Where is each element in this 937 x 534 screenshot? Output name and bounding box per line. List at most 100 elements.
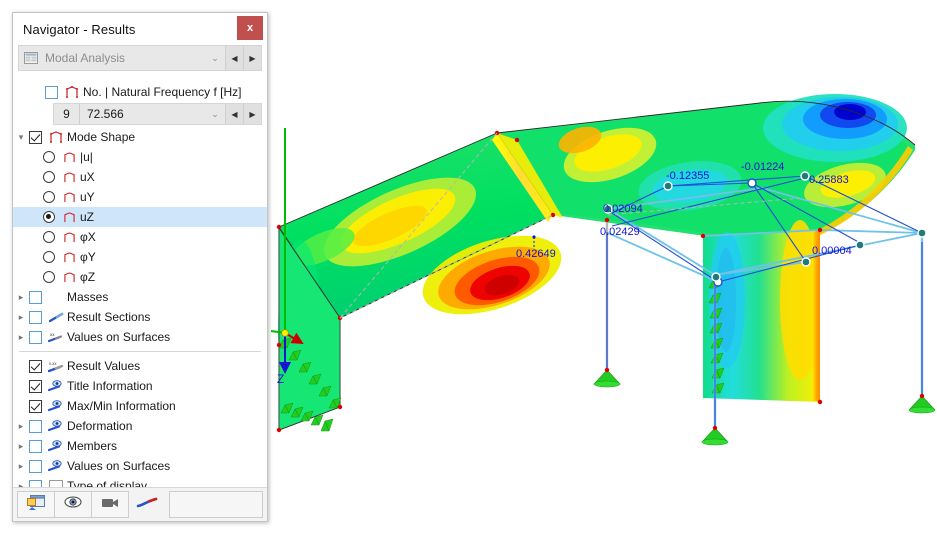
chevron-right-icon[interactable]: ▸ — [13, 421, 29, 431]
chevron-right-icon[interactable]: ▸ — [13, 461, 29, 471]
expander-icon: ▸ — [13, 402, 29, 411]
tree-row-natural-frequency[interactable]: ▸ No. | Natural Frequency f [Hz] — [13, 82, 267, 102]
checkbox-values-on-surfaces-a[interactable] — [29, 330, 42, 344]
result-curve-button[interactable] — [128, 491, 166, 518]
chevron-down-icon[interactable]: ⌄ — [205, 104, 225, 124]
chevron-down-icon[interactable]: ⌄ — [205, 46, 225, 70]
tree-row-component-u[interactable]: |u| — [13, 147, 267, 167]
navigator-titlebar: Navigator - Results x — [13, 13, 267, 45]
tree-label: uY — [80, 190, 95, 204]
tree-label: φX — [80, 230, 96, 244]
toolbar-empty-area — [169, 491, 263, 518]
checkbox-result-values[interactable] — [29, 359, 42, 373]
tree-row-masses[interactable]: ▸ Masses — [13, 287, 267, 307]
svg-text:x.xx: x.xx — [49, 361, 57, 366]
results-tree[interactable]: ▸ No. | Natural Frequency f [Hz] 9 72.56… — [13, 71, 267, 487]
tree-row-type-of-display[interactable]: ▸ Type of display — [13, 476, 267, 487]
close-icon[interactable]: x — [237, 16, 263, 40]
radio-component-uz[interactable] — [43, 211, 55, 223]
navigator-results-panel: Navigator - Results x Modal Analysis ⌄ ◀… — [12, 12, 268, 522]
checkbox-title-information[interactable] — [29, 379, 42, 393]
camera-button[interactable] — [91, 491, 129, 518]
tree-row-result-sections[interactable]: ▸ Result Sections — [13, 307, 267, 327]
checkbox-maxmin-information[interactable] — [29, 399, 42, 413]
chevron-down-icon[interactable]: ▾ — [13, 132, 29, 142]
frequency-value: 72.566 — [87, 107, 124, 121]
tree-row-component-phix[interactable]: φX — [13, 227, 267, 247]
value-label: 0.42649 — [516, 248, 556, 260]
tree-row-values-on-surfaces-b[interactable]: ▸ Values on Surfaces — [13, 456, 267, 476]
section-line-icon — [47, 312, 65, 323]
checkbox-masses[interactable] — [29, 290, 42, 304]
tree-label: Type of display — [67, 479, 148, 487]
mode-next-button[interactable]: ▶ — [243, 104, 261, 124]
chevron-right-icon[interactable]: ▸ — [13, 332, 29, 342]
checkbox-mode-shape[interactable] — [29, 130, 42, 144]
analysis-type-value: Modal Analysis — [45, 51, 126, 65]
panel-title: Navigator - Results — [23, 21, 136, 37]
analysis-next-button[interactable]: ▶ — [243, 46, 261, 70]
tree-label: Title Information — [67, 379, 153, 393]
eye-curve-icon — [47, 420, 65, 432]
radio-component-phiz[interactable] — [43, 271, 55, 283]
chevron-right-icon[interactable]: ▸ — [13, 441, 29, 451]
tree-label: No. | Natural Frequency f [Hz] — [83, 85, 242, 99]
tree-label: Result Sections — [67, 310, 151, 324]
radio-component-phiy[interactable] — [43, 251, 55, 263]
mode-selector-row[interactable]: 9 72.566 ⌄ ◀ ▶ — [53, 103, 262, 125]
radio-component-u[interactable] — [43, 151, 55, 163]
frame-icon — [60, 251, 78, 263]
analysis-type-combo[interactable]: Modal Analysis ⌄ ◀ ▶ — [18, 45, 262, 71]
frame-icon — [63, 86, 81, 98]
value-label: 0.02429 — [600, 226, 640, 238]
tree-row-title-information[interactable]: ▸ Title Information — [13, 376, 267, 396]
chevron-right-icon[interactable]: ▸ — [13, 312, 29, 322]
tree-label: Mode Shape — [67, 130, 136, 144]
tree-row-mode-shape[interactable]: ▾ Mode Shape — [13, 127, 267, 147]
checkbox-natural-frequency[interactable] — [45, 85, 58, 99]
tree-row-members[interactable]: ▸ Members — [13, 436, 267, 456]
checkbox-members[interactable] — [29, 439, 42, 453]
tree-row-maxmin-information[interactable]: ▸ Max/Min Information — [13, 396, 267, 416]
value-label: 0.25883 — [809, 174, 849, 186]
checkbox-deformation[interactable] — [29, 419, 42, 433]
expander-icon: ▸ — [13, 362, 29, 371]
radio-component-phix[interactable] — [43, 231, 55, 243]
tree-label: Values on Surfaces — [67, 459, 171, 473]
result-values-icon: x.xx — [47, 360, 65, 373]
axis-label-z: Z — [277, 372, 285, 386]
table-icon — [19, 46, 43, 70]
svg-text:xx: xx — [50, 332, 55, 337]
tree-row-component-phiy[interactable]: φY — [13, 247, 267, 267]
frame-icon — [60, 211, 78, 223]
tree-row-values-on-surfaces-a[interactable]: ▸ xx Values on Surfaces — [13, 327, 267, 347]
checkbox-values-on-surfaces-b[interactable] — [29, 459, 42, 473]
checkbox-result-sections[interactable] — [29, 310, 42, 324]
checkbox-type-of-display[interactable] — [29, 479, 42, 487]
tree-separator — [19, 351, 261, 352]
frame-icon — [60, 191, 78, 203]
eye-curve-icon — [47, 380, 65, 392]
frame-icon — [60, 271, 78, 283]
tree-row-component-uy[interactable]: uY — [13, 187, 267, 207]
values-xx-icon: xx — [47, 331, 65, 343]
tree-row-deformation[interactable]: ▸ Deformation — [13, 416, 267, 436]
radio-component-ux[interactable] — [43, 171, 55, 183]
radio-component-uy[interactable] — [43, 191, 55, 203]
mode-number-value: 9 — [54, 104, 80, 124]
tree-row-component-ux[interactable]: uX — [13, 167, 267, 187]
frame-icon — [60, 171, 78, 183]
tree-row-component-uz[interactable]: uZ — [13, 207, 267, 227]
tree-label: Masses — [67, 290, 109, 304]
tree-row-result-values[interactable]: ▸ x.xx Result Values — [13, 356, 267, 376]
visibility-button[interactable] — [54, 491, 92, 518]
eye-curve-icon — [47, 440, 65, 452]
tree-label: Max/Min Information — [67, 399, 176, 413]
analysis-prev-button[interactable]: ◀ — [225, 46, 243, 70]
result-curve-icon — [136, 496, 158, 514]
mode-prev-button[interactable]: ◀ — [225, 104, 243, 124]
chevron-right-icon[interactable]: ▸ — [13, 292, 29, 302]
tree-row-component-phiz[interactable]: φZ — [13, 267, 267, 287]
frame-icon — [47, 131, 65, 143]
navigator-panel-button[interactable] — [17, 491, 55, 518]
